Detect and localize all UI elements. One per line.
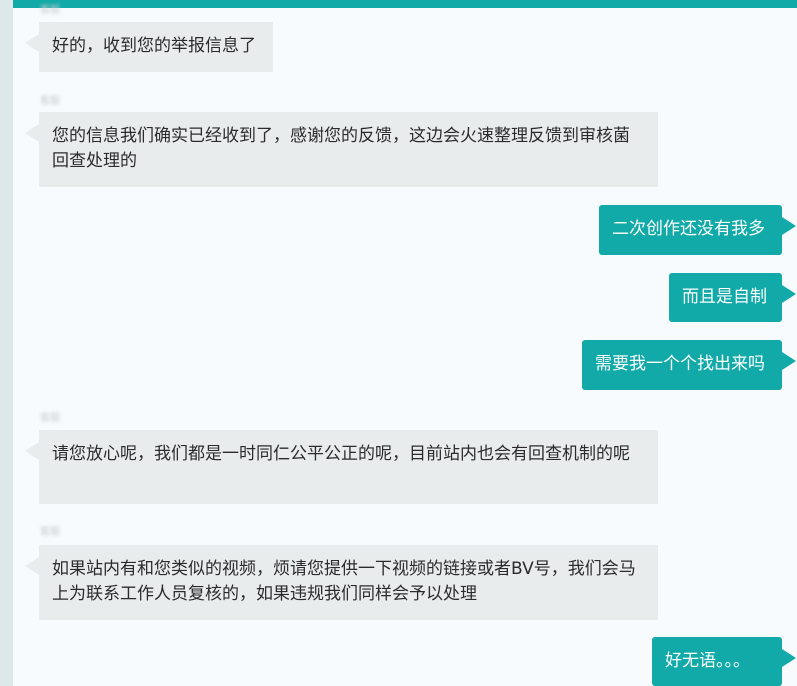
chat-area[interactable]: 客服 好的，收到您的举报信息了 客服 您的信息我们确实已经收到了，感谢您的反馈，…	[13, 5, 797, 686]
sender-name: 客服	[40, 5, 60, 16]
sent-message: 需要我一个个找出来吗	[582, 340, 796, 390]
received-message: 好的，收到您的举报信息了	[25, 22, 273, 72]
received-message: 如果站内有和您类似的视频，烦请您提供一下视频的链接或者BV号，我们会马上为联系工…	[25, 545, 658, 620]
sent-message: 好无语。。。	[652, 637, 796, 686]
sender-name: 客服	[40, 527, 60, 538]
received-message: 您的信息我们确实已经收到了，感谢您的反馈，这边会火速整理反馈到审核菌回查处理的	[25, 112, 658, 187]
header-bar	[0, 0, 797, 8]
sent-message: 而且是自制	[669, 273, 796, 322]
sender-name: 客服	[40, 96, 60, 107]
received-message: 请您放心呢，我们都是一时同仁公平公正的呢，目前站内也会有回查机制的呢	[25, 430, 658, 504]
side-panel-edge	[0, 0, 13, 686]
sent-message: 二次创作还没有我多	[599, 205, 796, 255]
sender-name: 客服	[40, 413, 60, 424]
